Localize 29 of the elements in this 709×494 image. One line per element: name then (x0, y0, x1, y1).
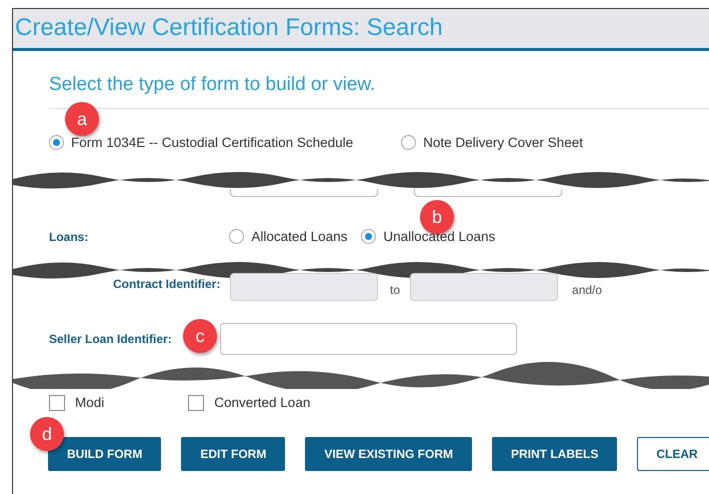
radio-button[interactable] (401, 135, 416, 150)
field-label: and/o (572, 282, 602, 299)
radio-label[interactable]: Note Delivery Cover Sheet (423, 132, 583, 153)
date-field[interactable] (414, 188, 562, 197)
action-button[interactable]: VIEW EXISTING FORM (305, 437, 472, 472)
section-heading: Select the type of form to build or view. (49, 73, 376, 97)
field-label: Seller Loan Identifier: (49, 331, 172, 348)
page-title: Create/View Certification Forms: Search (15, 13, 443, 43)
checkbox-label[interactable]: Converted Loan (214, 393, 310, 414)
radio-label[interactable]: Allocated Loans (251, 226, 348, 247)
text-field[interactable] (230, 273, 378, 301)
field-label: Loans: (49, 228, 88, 246)
callout-marker: d (30, 417, 64, 451)
callout-marker: c (183, 319, 217, 353)
action-button[interactable]: EDIT FORM (181, 437, 286, 472)
callout-marker: a (65, 102, 99, 136)
text-field[interactable] (220, 323, 517, 355)
radio-button[interactable] (229, 229, 244, 244)
text-field[interactable] (410, 273, 558, 301)
radio-button[interactable] (49, 135, 64, 150)
radio-button[interactable] (361, 229, 376, 244)
checkbox[interactable] (188, 395, 204, 412)
field-label: Contract Identifier: (113, 276, 222, 293)
date-field[interactable] (230, 188, 378, 197)
checkbox-label[interactable]: Modi (75, 393, 104, 414)
field-label: to (390, 282, 400, 299)
action-button[interactable]: CLEAR (637, 437, 709, 472)
checkbox[interactable] (49, 395, 65, 412)
action-button[interactable]: PRINT LABELS (492, 437, 618, 472)
